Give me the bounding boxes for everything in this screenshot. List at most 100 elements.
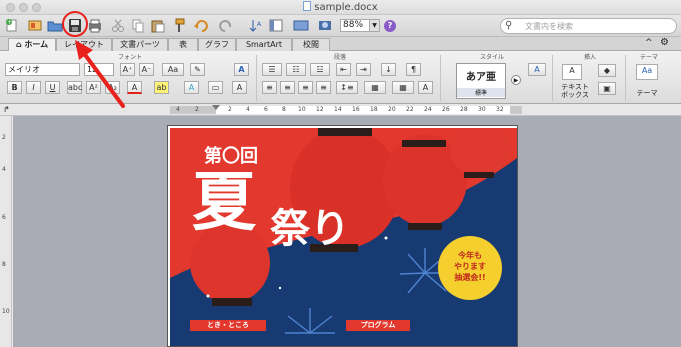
program-label: プログラム (346, 320, 410, 331)
vruler-tick: 10 (2, 308, 10, 315)
change-case-icon[interactable]: Aa (162, 63, 184, 76)
shrink-font-icon[interactable]: A⁻ (139, 63, 154, 76)
first-line-indent-marker[interactable] (212, 105, 220, 110)
insert-group-label: 挿入 (583, 54, 596, 61)
sort-icon[interactable]: A (248, 18, 264, 33)
sort-text-icon[interactable]: ↓ (381, 63, 396, 76)
ruler-tick: 6 (264, 106, 268, 113)
poster-title-natsu: 夏 (192, 165, 256, 240)
tab-smartart[interactable]: SmartArt (236, 38, 292, 51)
undo-icon[interactable] (193, 18, 209, 33)
multilevel-list-icon[interactable]: ☳ (310, 63, 330, 76)
themes-label[interactable]: テーマ (632, 88, 662, 98)
ruler-tick: 22 (406, 106, 414, 113)
justify-icon[interactable]: ≡ (316, 81, 331, 94)
ruler-tick: 28 (460, 106, 468, 113)
sidebar-toggle-icon[interactable] (268, 18, 284, 33)
ruler-tick: 8 (282, 106, 286, 113)
redo-icon[interactable] (218, 18, 234, 33)
bullets-icon[interactable]: ☰ (262, 63, 282, 76)
vruler-tick: 4 (2, 166, 6, 173)
document-search-field[interactable]: ⚲ 文書内を検索 (500, 18, 677, 34)
align-right-icon[interactable]: ≡ (298, 81, 313, 94)
style-name: 標準 (457, 88, 505, 97)
ruler-tick: 4 (176, 106, 180, 113)
decrease-indent-icon[interactable]: ⇤ (336, 63, 351, 76)
paragraph-group-label: 段落 (333, 54, 346, 61)
vruler-tick: 6 (2, 214, 6, 221)
highlight-icon[interactable]: ab (154, 81, 169, 94)
theme-group-label: テーマ (639, 54, 658, 61)
document-icon (303, 1, 312, 11)
increase-indent-icon[interactable]: ⇥ (356, 63, 371, 76)
ruler-tick: 2 (195, 106, 199, 113)
ruler-tick: 26 (442, 106, 450, 113)
time-place-label: とき・ところ (190, 320, 266, 331)
save-button-annotation (62, 11, 125, 108)
lottery-badge: 今年も やります 抽選会!! (438, 236, 502, 300)
text-effects-icon[interactable]: A (234, 63, 249, 76)
style-gallery-normal[interactable]: あア亜 標準 (456, 63, 506, 99)
picture-icon[interactable]: ▣ (598, 82, 616, 95)
textbox-icon[interactable]: A (562, 64, 582, 80)
shapes-icon[interactable]: ◆ (598, 64, 616, 77)
style-next-arrow[interactable]: ▶ (511, 75, 521, 85)
line-spacing-icon[interactable]: ↕≡ (336, 81, 358, 94)
zoom-field[interactable]: 88% (340, 19, 370, 32)
paste-icon[interactable] (150, 18, 166, 33)
separator (256, 55, 257, 101)
format-painter-icon[interactable] (170, 18, 186, 33)
ruler-tick: 18 (370, 106, 378, 113)
show-formatting-icon[interactable]: ¶ (406, 63, 421, 76)
numbering-icon[interactable]: ☷ (286, 63, 306, 76)
ribbon-settings-icon[interactable]: ⚙ (660, 37, 669, 48)
character-border-icon[interactable]: ▭ (208, 81, 223, 94)
shading-icon[interactable]: ▦ (364, 81, 386, 94)
text-outline-icon[interactable]: A (184, 81, 199, 94)
ruler-tick: 12 (316, 106, 324, 113)
tab-stop-selector[interactable]: ↱ (3, 105, 10, 114)
ruler-tick: 24 (424, 106, 432, 113)
align-left-icon[interactable]: ≡ (262, 81, 277, 94)
badge-line: やります (454, 262, 486, 271)
new-document-button[interactable]: + (4, 18, 20, 33)
ruler-tick: 32 (496, 106, 504, 113)
italic-button[interactable]: I (26, 81, 41, 94)
ruler-tick: 2 (228, 106, 232, 113)
ruler-margin-right (510, 106, 522, 114)
styles-pane-icon[interactable]: A (528, 63, 546, 76)
collapse-ribbon-icon[interactable]: ^ (645, 38, 653, 48)
borders-icon[interactable]: ▦ (392, 81, 414, 94)
style-preview: あア亜 (466, 72, 496, 83)
media-browser-icon[interactable] (317, 18, 333, 33)
gallery-icon[interactable] (293, 18, 309, 33)
badge-line: 今年も (458, 251, 482, 260)
separator (625, 55, 626, 101)
svg-text:+: + (7, 19, 12, 26)
template-gallery-button[interactable] (27, 18, 43, 33)
vruler-tick: 8 (2, 261, 6, 268)
ruler-tick: 20 (388, 106, 396, 113)
bold-button[interactable]: B (7, 81, 22, 94)
phonetic-guide-icon[interactable]: A (232, 81, 247, 94)
ruler-tick: 4 (246, 106, 250, 113)
ruler-tick: 30 (478, 106, 486, 113)
festival-poster-image[interactable]: 第〇回 夏 祭り 今年も やります 抽選会!! とき・ところ プログラム (170, 128, 517, 346)
textbox-label[interactable]: テキスト ボックス (558, 83, 592, 99)
paragraph-style-icon[interactable]: A (418, 81, 433, 94)
themes-icon[interactable]: Aa (636, 64, 658, 80)
tab-review[interactable]: 校閲 (292, 38, 330, 51)
badge-line: 抽選会!! (454, 273, 486, 282)
document-page[interactable]: 第〇回 夏 祭り 今年も やります 抽選会!! とき・ところ プログラム (167, 125, 518, 347)
separator (440, 55, 441, 101)
tab-home[interactable]: ⌂ ホーム (8, 38, 56, 52)
word-window: sample.docx + A 88% ▼ ? ⚲ 文書内を検索 ⌂ ホーム レ… (0, 0, 681, 347)
tab-table[interactable]: 表 (168, 38, 198, 51)
align-center-icon[interactable]: ≡ (280, 81, 295, 94)
tab-chart[interactable]: グラフ (198, 38, 236, 51)
svg-text:A: A (257, 21, 262, 28)
ruler-tick: 16 (352, 106, 360, 113)
help-icon[interactable]: ? (384, 20, 396, 32)
clear-formatting-icon[interactable]: ✎ (190, 63, 205, 76)
zoom-dropdown-arrow[interactable]: ▼ (370, 19, 380, 32)
